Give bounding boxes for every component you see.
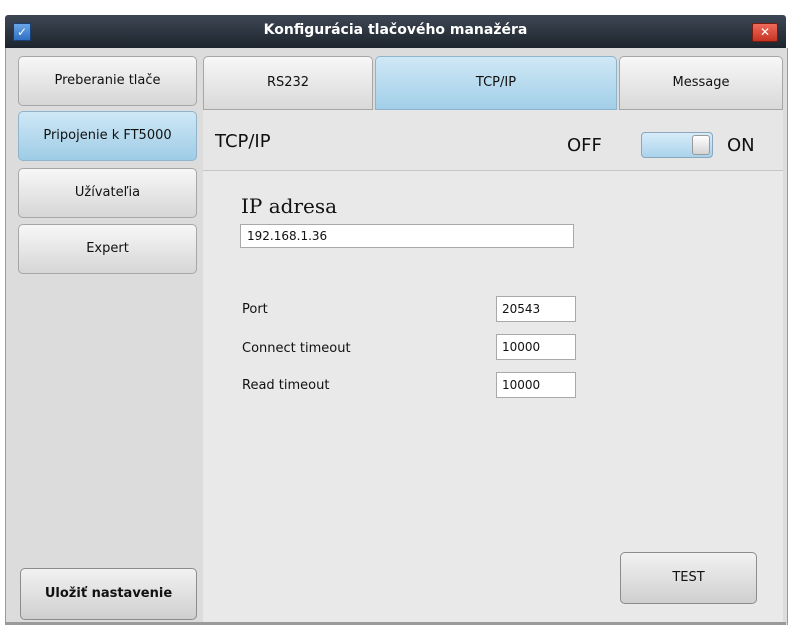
window-title: Konfigurácia tlačového manažéra [263, 22, 528, 38]
sidebar-item-pripojenie[interactable]: Pripojenie k FT5000 [18, 111, 197, 161]
sidebar-item-label: Expert [86, 241, 129, 256]
connect-timeout-input[interactable] [496, 334, 576, 360]
panel-header: TCP/IP OFF ON [203, 110, 783, 171]
tcpip-toggle-switch[interactable] [641, 132, 713, 158]
close-icon[interactable]: ✕ [752, 23, 778, 42]
read-timeout-label: Read timeout [242, 378, 330, 393]
panel-body: IP adresa Port Connect timeout Read time… [203, 171, 783, 625]
read-timeout-input[interactable] [496, 372, 576, 398]
ip-address-input[interactable] [240, 224, 574, 248]
save-settings-button[interactable]: Uložiť nastavenie [20, 568, 197, 620]
sidebar-item-label: Pripojenie k FT5000 [43, 128, 172, 143]
sidebar-item-label: Užívateľia [74, 185, 141, 200]
connect-timeout-label: Connect timeout [242, 341, 351, 356]
ip-address-label: IP adresa [241, 194, 338, 218]
tab-rs232[interactable]: RS232 [203, 56, 373, 110]
toggle-on-label: ON [727, 135, 755, 156]
sidebar-item-uzivatelia[interactable]: Užívateľia [18, 168, 197, 218]
toggle-knob[interactable] [692, 135, 710, 155]
panel-title: TCP/IP [215, 131, 271, 152]
title-bar: ✓ Konfigurácia tlačového manažéra ✕ [5, 15, 786, 48]
port-input[interactable] [496, 296, 576, 322]
tab-tcpip[interactable]: TCP/IP [375, 56, 617, 110]
sidebar: Preberanie tlače Pripojenie k FT5000 Uží… [12, 50, 202, 625]
port-label: Port [242, 302, 268, 317]
sidebar-item-expert[interactable]: Expert [18, 224, 197, 274]
sidebar-item-preberanie-tlace[interactable]: Preberanie tlače [18, 56, 197, 106]
tab-message[interactable]: Message [619, 56, 783, 110]
sidebar-item-label: Preberanie tlače [54, 73, 161, 88]
toggle-off-label: OFF [567, 135, 602, 156]
test-button[interactable]: TEST [620, 552, 757, 604]
